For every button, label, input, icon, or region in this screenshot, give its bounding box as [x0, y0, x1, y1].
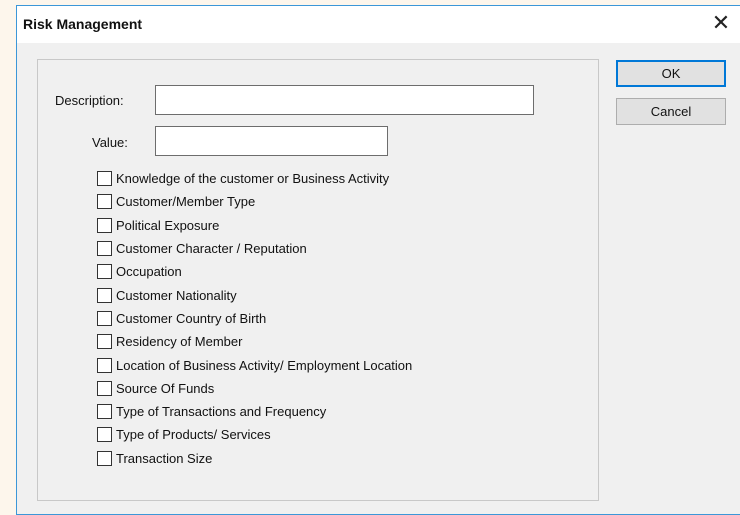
dialog-title: Risk Management	[23, 16, 143, 32]
checkbox-square[interactable]	[97, 287, 112, 303]
checkbox-label: Customer Character / Reputation	[116, 241, 307, 257]
checkbox-label: Transaction Size	[116, 450, 213, 466]
checkbox-label: Customer/Member Type	[116, 194, 256, 210]
risk-factor-checkbox[interactable]: Customer Nationality	[97, 283, 412, 306]
cancel-button[interactable]: Cancel	[616, 98, 726, 125]
description-input[interactable]	[155, 85, 534, 115]
risk-factor-checkbox[interactable]: Residency of Member	[97, 330, 412, 353]
checkbox-label: Type of Transactions and Frequency	[116, 404, 327, 420]
checkbox-label: Source Of Funds	[116, 380, 215, 396]
value-input[interactable]	[155, 126, 388, 156]
checkbox-square[interactable]	[97, 241, 112, 257]
checkbox-label: Type of Products/ Services	[116, 427, 271, 443]
value-label: Value:	[92, 135, 128, 150]
risk-factor-checkbox[interactable]: Location of Business Activity/ Employmen…	[97, 353, 412, 376]
risk-management-dialog: Risk Management ✕ Description: Value: OK…	[16, 5, 740, 515]
checkbox-label: Knowledge of the customer or Business Ac…	[116, 171, 390, 187]
risk-factor-checkbox[interactable]: Transaction Size	[97, 447, 412, 470]
checkbox-square[interactable]	[97, 357, 112, 373]
risk-factor-checkbox[interactable]: Occupation	[97, 260, 412, 283]
risk-factor-checkbox[interactable]: Type of Products/ Services	[97, 423, 412, 446]
checkbox-square[interactable]	[97, 380, 112, 396]
risk-factor-checkbox[interactable]: Political Exposure	[97, 214, 412, 237]
checkbox-square[interactable]	[97, 404, 112, 420]
checkbox-label: Location of Business Activity/ Employmen…	[116, 357, 413, 373]
risk-factor-checkbox[interactable]: Customer Country of Birth	[97, 307, 412, 330]
checkbox-label: Customer Nationality	[116, 287, 237, 303]
checkbox-square[interactable]	[97, 264, 112, 280]
risk-factor-checkbox[interactable]: Source Of Funds	[97, 377, 412, 400]
description-label: Description:	[55, 93, 124, 108]
checkbox-label: Occupation	[116, 264, 182, 280]
title-bar: Risk Management ✕	[17, 6, 740, 43]
checkbox-label: Residency of Member	[116, 334, 243, 350]
risk-factor-checkbox-list: Knowledge of the customer or Business Ac…	[97, 167, 412, 470]
checkbox-square[interactable]	[97, 310, 112, 326]
checkbox-label: Political Exposure	[116, 217, 220, 233]
ok-button[interactable]: OK	[616, 60, 726, 87]
risk-factor-checkbox[interactable]: Type of Transactions and Frequency	[97, 400, 412, 423]
risk-factor-checkbox[interactable]: Customer/Member Type	[97, 190, 412, 213]
checkbox-square[interactable]	[97, 450, 112, 466]
checkbox-square[interactable]	[97, 334, 112, 350]
risk-factor-checkbox[interactable]: Knowledge of the customer or Business Ac…	[97, 167, 412, 190]
checkbox-square[interactable]	[97, 427, 112, 443]
checkbox-square[interactable]	[97, 217, 112, 233]
risk-factor-checkbox[interactable]: Customer Character / Reputation	[97, 237, 412, 260]
close-icon[interactable]: ✕	[709, 11, 733, 35]
checkbox-square[interactable]	[97, 194, 112, 210]
checkbox-square[interactable]	[97, 171, 112, 187]
checkbox-label: Customer Country of Birth	[116, 310, 267, 326]
